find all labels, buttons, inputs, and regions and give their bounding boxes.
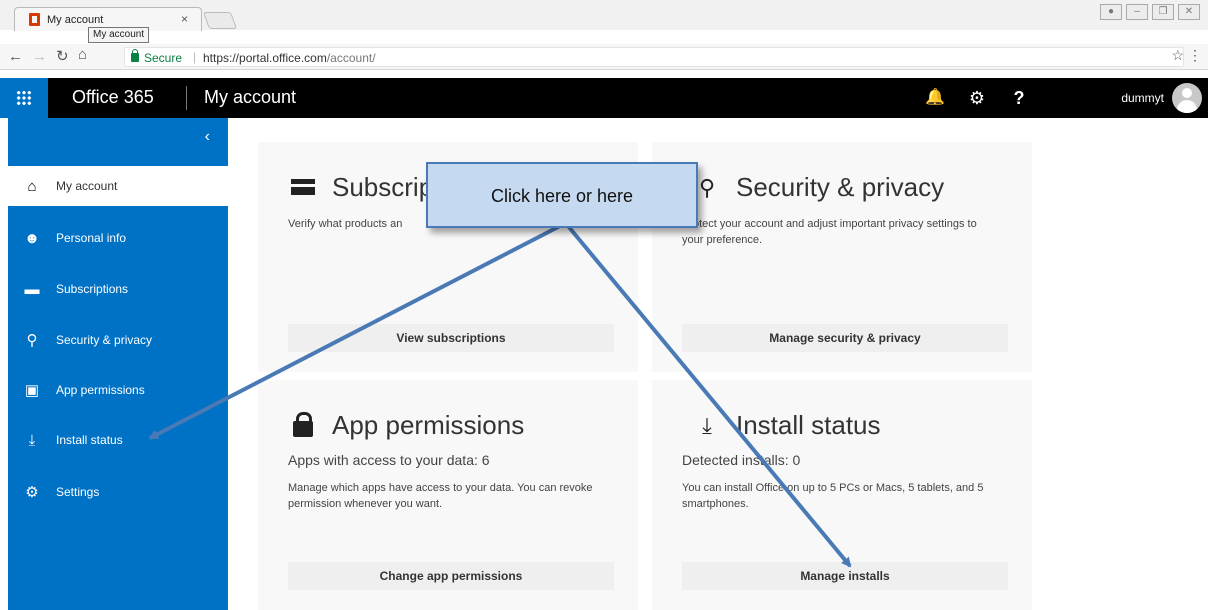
sidebar-item-security[interactable]: ⚲ Security & privacy: [8, 320, 228, 360]
person-icon: ☻: [24, 229, 40, 247]
install-status-count: Detected installs: 0: [682, 452, 801, 468]
profile-icon[interactable]: ●: [1100, 4, 1122, 20]
sidebar-item-label: My account: [56, 179, 118, 193]
sidebar: ‹ ⌂ My account ☻ Personal info ▬ Subscri…: [8, 118, 228, 610]
app-permissions-desc: Manage which apps have access to your da…: [288, 482, 593, 510]
forward-icon[interactable]: →: [32, 48, 47, 65]
close-window-icon[interactable]: ✕: [1178, 4, 1200, 20]
key-icon: ⚲: [26, 332, 38, 349]
close-tab-icon[interactable]: ×: [181, 12, 188, 26]
app-permissions-card-title: App permissions: [288, 410, 524, 441]
back-icon[interactable]: ←: [8, 48, 23, 65]
url-path: /account/: [326, 51, 376, 65]
install-status-desc: You can install Office on up to 5 PCs or…: [682, 482, 984, 510]
avatar[interactable]: [1172, 83, 1202, 113]
lock-icon: [288, 411, 318, 439]
secure-lock-icon: [131, 49, 139, 62]
gear-icon: ⚙: [25, 484, 39, 501]
security-card-title: ⚲ Security & privacy: [692, 172, 944, 203]
sidebar-item-app-permissions[interactable]: ▣ App permissions: [8, 370, 228, 410]
sidebar-item-label: Security & privacy: [56, 333, 153, 347]
header-divider: [186, 86, 187, 110]
url-host: https://portal.office.com: [203, 51, 327, 65]
security-card: ⚲ Security & privacy Protect your accoun…: [652, 142, 1032, 372]
subscriptions-title-text: Subscrip: [332, 172, 434, 202]
change-app-permissions-button[interactable]: Change app permissions: [288, 562, 614, 590]
home-browser-icon[interactable]: ⌂: [78, 46, 87, 63]
sidebar-item-label: Settings: [56, 485, 100, 499]
security-title-text: Security & privacy: [736, 172, 945, 202]
sidebar-item-label: Subscriptions: [56, 282, 129, 296]
office-header: Office 365 My account 🔔 ⚙ ? dummyt: [0, 78, 1208, 118]
lock-icon: ▣: [24, 382, 40, 399]
manage-installs-button[interactable]: Manage installs: [682, 562, 1008, 590]
sidebar-item-my-account[interactable]: ⌂ My account: [8, 166, 228, 206]
reload-icon[interactable]: ↻: [56, 47, 69, 65]
install-status-card-title: ⤓ Install status: [692, 410, 881, 441]
brand-title[interactable]: Office 365: [72, 87, 154, 108]
sidebar-item-settings[interactable]: ⚙ Settings: [8, 472, 228, 512]
card-icon: ▬: [24, 280, 40, 298]
app-permissions-card: App permissions Apps with access to your…: [258, 380, 638, 610]
view-subscriptions-button[interactable]: View subscriptions: [288, 324, 614, 352]
home-icon: ⌂: [27, 177, 37, 195]
install-status-title-text: Install status: [736, 410, 881, 440]
sidebar-item-subscriptions[interactable]: ▬ Subscriptions: [8, 269, 228, 309]
manage-security-button[interactable]: Manage security & privacy: [682, 324, 1008, 352]
security-desc: Protect your account and adjust importan…: [682, 218, 977, 246]
sidebar-item-label: Personal info: [56, 231, 127, 245]
secure-label: Secure: [144, 51, 183, 65]
app-permissions-title-text: App permissions: [332, 410, 525, 440]
page-title: My account: [204, 87, 297, 107]
download-icon: ⤓: [28, 431, 36, 449]
waffle-icon: [16, 90, 32, 106]
user-name[interactable]: dummyt: [1121, 91, 1164, 105]
bookmark-star-icon[interactable]: ☆: [1171, 47, 1184, 64]
download-icon: ⤓: [702, 412, 712, 438]
screenshot-root: My account × ● – ❐ ✕ My account ← → ↻ ⌂ …: [0, 0, 1208, 610]
browser-menu-icon[interactable]: ⋮: [1188, 47, 1202, 64]
restore-icon[interactable]: ❐: [1152, 4, 1174, 20]
install-status-card: ⤓ Install status Detected installs: 0 Yo…: [652, 380, 1032, 610]
sidebar-item-label: App permissions: [56, 383, 145, 397]
window-controls: ● – ❐ ✕: [1100, 4, 1200, 20]
url-text: https://portal.office.com/account/: [203, 51, 376, 65]
main-content: Subscrip Verify what products an View su…: [228, 118, 1208, 610]
gear-icon[interactable]: ⚙: [958, 78, 996, 118]
tab-tooltip: My account: [88, 27, 150, 43]
bell-icon[interactable]: 🔔: [916, 78, 954, 118]
sidebar-item-label: Install status: [56, 433, 123, 447]
office-favicon-icon: [29, 13, 40, 26]
browser-tabbar: My account × ● – ❐ ✕: [0, 0, 1208, 31]
app-launcher-button[interactable]: [0, 78, 48, 118]
new-tab-button[interactable]: [202, 12, 238, 29]
app-permissions-count: Apps with access to your data: 6: [288, 452, 490, 468]
address-bar[interactable]: Secure | https://portal.office.com/accou…: [124, 47, 1184, 67]
url-separator: |: [193, 50, 197, 64]
sidebar-item-install-status[interactable]: ⤓ Install status: [8, 420, 228, 460]
collapse-sidebar-icon[interactable]: ‹: [205, 128, 210, 146]
callout-text: Click here or here: [490, 186, 634, 206]
sidebar-edge: [0, 118, 8, 610]
annotation-callout: Click here or here: [426, 162, 698, 228]
minimize-icon[interactable]: –: [1126, 4, 1148, 20]
browser-toolbar: ← → ↻ ⌂ Secure | https://portal.office.c…: [0, 44, 1208, 70]
help-icon[interactable]: ?: [1000, 78, 1038, 118]
sidebar-item-personal-info[interactable]: ☻ Personal info: [8, 218, 228, 258]
subscription-card-icon: [288, 175, 318, 201]
subscriptions-card-title: Subscrip: [288, 172, 433, 203]
tab-title: My account: [47, 14, 104, 26]
